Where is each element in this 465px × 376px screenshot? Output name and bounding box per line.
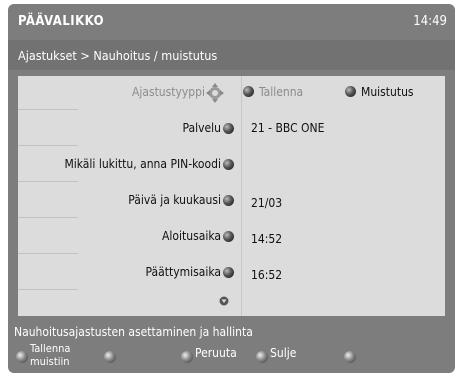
select-icon xyxy=(223,267,234,278)
navigation-cross-icon xyxy=(206,83,224,103)
row-divider xyxy=(18,181,78,182)
select-icon xyxy=(223,123,234,134)
end-time-label: Päättymisaika xyxy=(145,265,221,279)
select-icon xyxy=(223,195,234,206)
row-divider xyxy=(18,253,78,254)
row-service[interactable]: Palvelu 21 - BBC ONE xyxy=(18,112,445,146)
option-reminder-label: Muistutus xyxy=(361,85,414,99)
save-to-memory-button[interactable]: Tallenna muistiin xyxy=(16,340,76,373)
radio-icon xyxy=(345,86,356,97)
option-reminder[interactable]: Muistutus xyxy=(345,85,414,99)
scroll-down-icon[interactable] xyxy=(219,296,229,306)
extra-key-button[interactable] xyxy=(344,340,360,373)
timer-form: Ajastustyyppi Tallenna Muistutus Palvelu… xyxy=(18,76,445,316)
close-button-label: Sulje xyxy=(270,346,297,360)
white-key-icon xyxy=(344,351,356,363)
help-text: Nauhoitusajastusten asettaminen ja halli… xyxy=(14,325,253,339)
pin-label: Mikäli lukittu, anna PIN-koodi xyxy=(64,157,221,171)
green-key-icon xyxy=(104,351,116,363)
button-bar: Tallenna muistiin Peruuta Sulje xyxy=(8,340,455,373)
tv-menu-screen: PÄÄVALIKKO 14:49 Ajastukset > Nauhoitus … xyxy=(8,4,455,373)
option-record[interactable]: Tallenna xyxy=(243,85,303,99)
select-icon xyxy=(223,159,234,170)
start-time-label: Aloitusaika xyxy=(162,229,221,243)
yellow-key-icon xyxy=(181,351,193,363)
end-time-value[interactable]: 16:52 xyxy=(251,268,282,282)
breadcrumb: Ajastukset > Nauhoitus / muistutus xyxy=(8,40,455,70)
date-label: Päivä ja kuukausi xyxy=(128,193,221,207)
save-button-label: Tallenna muistiin xyxy=(30,342,71,368)
row-divider xyxy=(18,109,78,110)
red-key-icon xyxy=(16,351,28,363)
close-button[interactable]: Sulje xyxy=(256,340,316,373)
blue-key-icon xyxy=(256,351,268,363)
start-time-value[interactable]: 14:52 xyxy=(251,232,282,246)
row-divider xyxy=(18,145,78,146)
title-bar: PÄÄVALIKKO 14:49 xyxy=(8,4,455,38)
page-title: PÄÄVALIKKO xyxy=(18,14,105,29)
select-icon xyxy=(223,231,234,242)
green-key-button[interactable] xyxy=(104,340,120,373)
row-date[interactable]: Päivä ja kuukausi 21/03 xyxy=(18,184,445,218)
row-divider xyxy=(18,289,78,290)
cancel-button-label: Peruuta xyxy=(195,346,237,360)
option-record-label: Tallenna xyxy=(259,85,304,99)
row-pin[interactable]: Mikäli lukittu, anna PIN-koodi xyxy=(18,148,445,182)
cancel-button[interactable]: Peruuta xyxy=(181,340,251,373)
row-timer-type[interactable]: Ajastustyyppi Tallenna Muistutus xyxy=(18,76,445,110)
service-label: Palvelu xyxy=(182,121,221,135)
service-value[interactable]: 21 - BBC ONE xyxy=(251,121,324,135)
breadcrumb-text: Ajastukset > Nauhoitus / muistutus xyxy=(18,48,218,63)
date-value[interactable]: 21/03 xyxy=(251,196,282,210)
radio-icon xyxy=(243,86,254,97)
timer-type-label: Ajastustyyppi xyxy=(131,85,205,99)
row-divider xyxy=(18,217,78,218)
row-end-time[interactable]: Päättymisaika 16:52 xyxy=(18,256,445,290)
clock: 14:49 xyxy=(413,14,447,29)
row-start-time[interactable]: Aloitusaika 14:52 xyxy=(18,220,445,254)
